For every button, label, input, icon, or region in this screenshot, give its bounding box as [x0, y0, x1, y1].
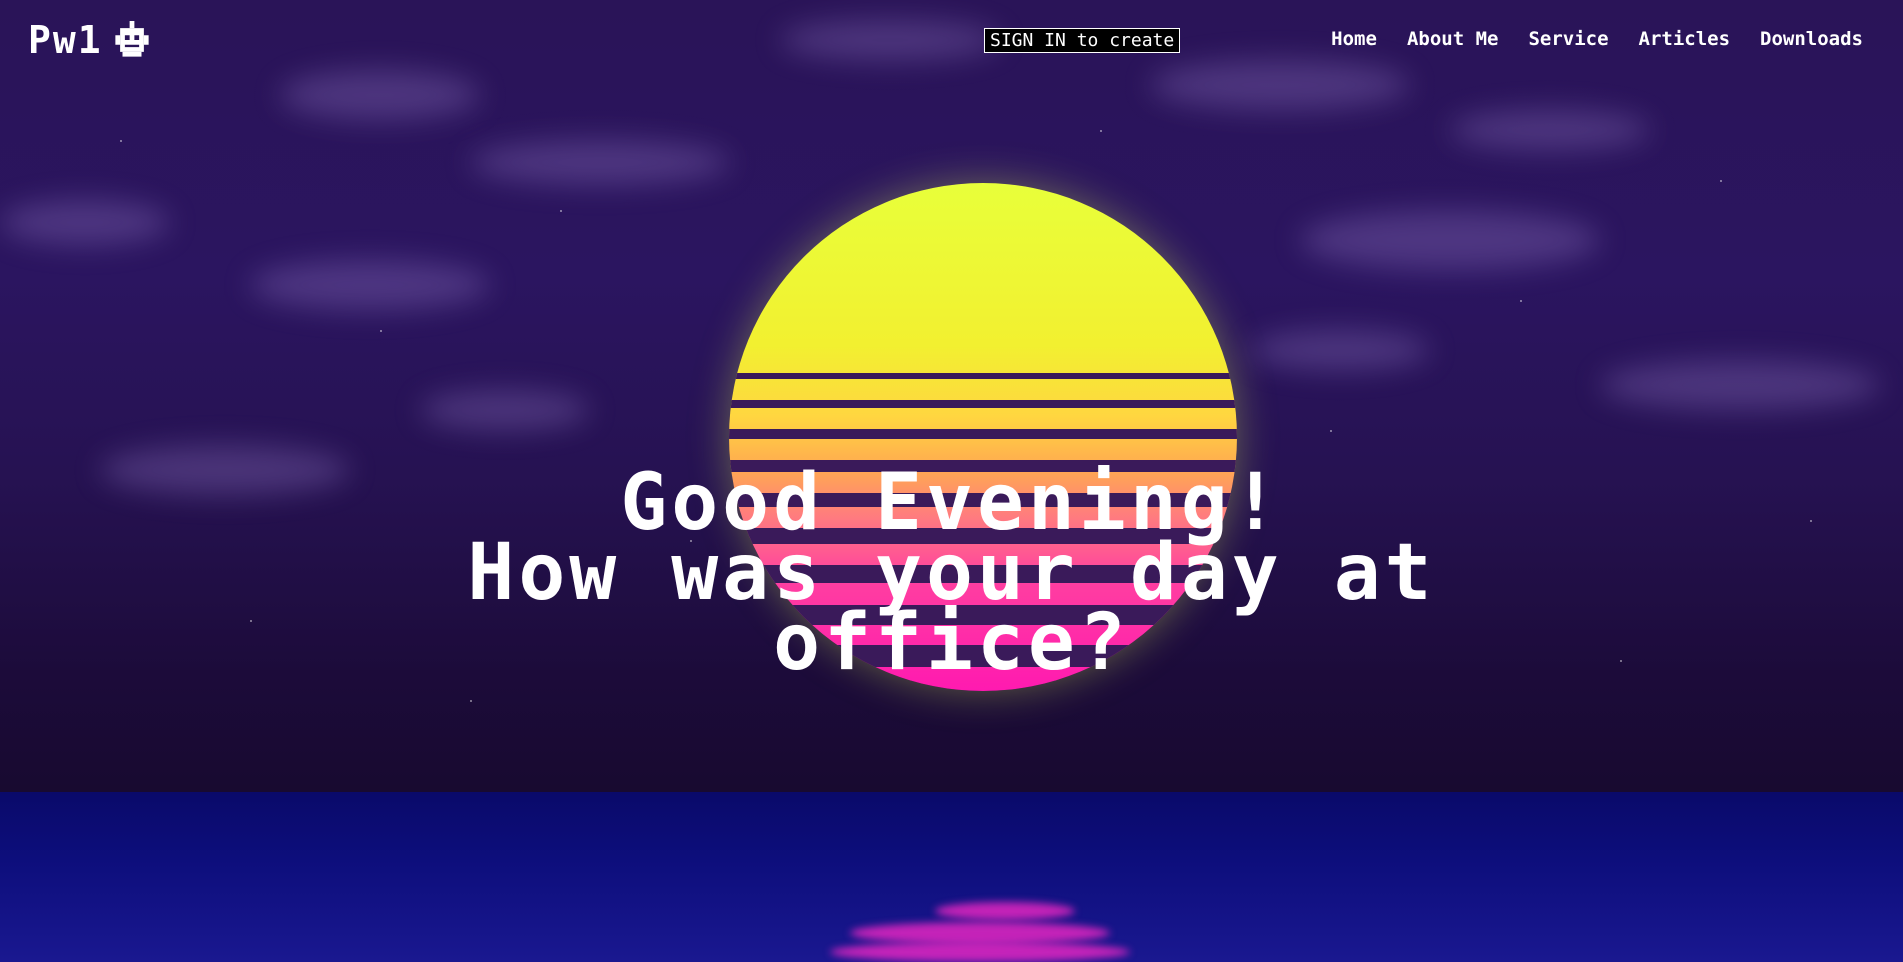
nav-link-home[interactable]: Home: [1331, 28, 1377, 50]
star: [560, 210, 562, 212]
star: [1100, 130, 1102, 132]
top-navbar: Pw1 SIGN IN to create Home About Me Serv…: [0, 0, 1903, 80]
cloud: [470, 140, 730, 185]
star: [1720, 180, 1722, 182]
star: [1520, 300, 1522, 302]
sun-reflection: [830, 942, 1130, 962]
sun-reflection: [935, 902, 1075, 920]
sun-stripe: [729, 429, 1237, 439]
sun-stripe: [729, 400, 1237, 408]
cloud: [1300, 210, 1600, 270]
nav-link-about-me[interactable]: About Me: [1407, 28, 1499, 50]
star: [380, 330, 382, 332]
sign-in-button[interactable]: SIGN IN to create: [984, 28, 1181, 53]
nav-link-articles[interactable]: Articles: [1639, 28, 1731, 50]
sun-reflection: [850, 922, 1110, 944]
nav-links: Home About Me Service Articles Downloads: [1331, 28, 1863, 50]
site-logo[interactable]: Pw1: [28, 18, 151, 62]
cloud: [1250, 330, 1430, 370]
robot-icon: [115, 21, 149, 57]
nav-link-downloads[interactable]: Downloads: [1760, 28, 1863, 50]
cloud: [0, 200, 170, 245]
sun-stripe: [729, 373, 1237, 379]
cloud: [250, 260, 490, 310]
cloud: [1600, 360, 1880, 410]
question-line-end: office?: [773, 598, 1130, 688]
cloud: [1450, 110, 1650, 150]
ocean: [0, 792, 1903, 962]
star: [120, 140, 122, 142]
logo-text: Pw1: [28, 18, 103, 62]
nav-link-service[interactable]: Service: [1528, 28, 1608, 50]
star: [470, 700, 472, 702]
star: [1330, 430, 1332, 432]
cloud: [420, 390, 590, 430]
greeting-headline: Good Evening! How was your day at office…: [0, 464, 1903, 688]
